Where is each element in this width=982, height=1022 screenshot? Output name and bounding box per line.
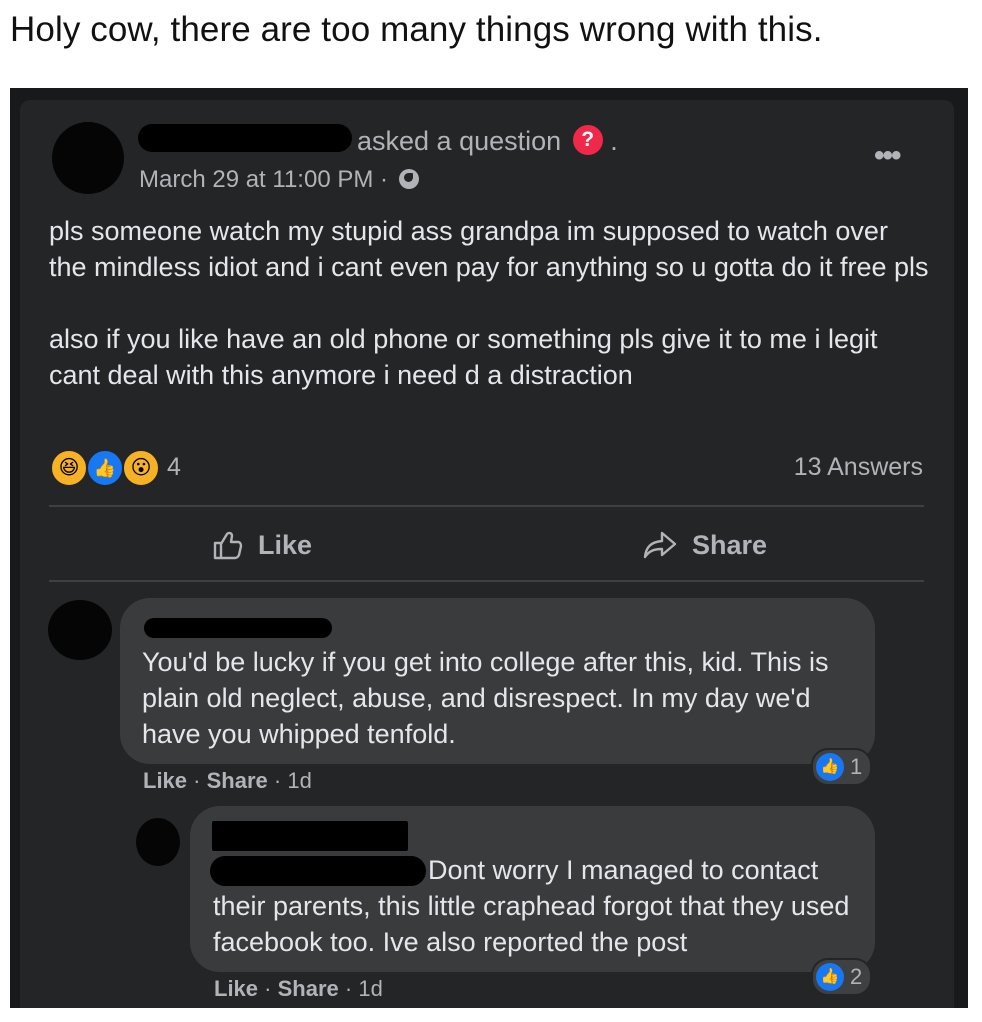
post-header-line: asked a question ? . bbox=[357, 124, 618, 158]
post-body: pls someone watch my stupid ass grandpa … bbox=[49, 213, 929, 393]
comment-age[interactable]: 1d bbox=[287, 768, 311, 793]
reply-age[interactable]: 1d bbox=[358, 976, 382, 1001]
like-button[interactable]: Like bbox=[212, 529, 312, 561]
comment-like-button[interactable]: Like bbox=[143, 768, 187, 793]
globe-icon bbox=[398, 168, 419, 189]
facebook-screenshot: asked a question ? . March 29 at 11:00 P… bbox=[10, 88, 968, 1008]
timestamp-text: March 29 at 11:00 PM · bbox=[139, 166, 388, 193]
reaction-count[interactable]: 4 bbox=[167, 453, 181, 482]
post-paragraph: also if you like have an old phone or so… bbox=[49, 324, 878, 390]
like-icon: 👍 bbox=[816, 753, 844, 781]
meme-caption: Holy cow, there are too many things wron… bbox=[10, 10, 823, 49]
like-label: Like bbox=[258, 529, 313, 560]
reply-like-count[interactable]: 👍 2 bbox=[811, 958, 873, 996]
reply-like-button[interactable]: Like bbox=[214, 976, 258, 1001]
like-count: 1 bbox=[850, 754, 863, 779]
question-icon: ? bbox=[572, 124, 603, 155]
answers-count[interactable]: 13 Answers bbox=[794, 453, 923, 482]
share-arrow-icon bbox=[643, 531, 677, 559]
reply-text: Dont worry I managed to contact their pa… bbox=[213, 855, 850, 957]
redacted-commenter-name bbox=[144, 618, 332, 638]
divider bbox=[49, 505, 924, 507]
like-count: 2 bbox=[850, 964, 863, 989]
comment-text: You'd be lucky if you get into college a… bbox=[142, 647, 829, 749]
header-trailing-dot: . bbox=[610, 126, 618, 156]
reply-share-button[interactable]: Share bbox=[278, 976, 339, 1001]
reply-avatar[interactable] bbox=[136, 818, 180, 866]
share-label: Share bbox=[692, 529, 768, 560]
asked-question-text: asked a question bbox=[357, 126, 562, 156]
redacted-reply-name bbox=[212, 821, 408, 851]
more-options-icon[interactable]: ••• bbox=[874, 141, 901, 171]
reply-actions: Like · Share · 1d bbox=[214, 976, 383, 1001]
comment-like-count[interactable]: 👍 1 bbox=[811, 748, 873, 786]
haha-icon: 😆 bbox=[50, 449, 88, 487]
like-icon: 👍 bbox=[816, 963, 844, 991]
post-paragraph: pls someone watch my stupid ass grandpa … bbox=[49, 216, 929, 282]
redacted-poster-name bbox=[138, 124, 352, 152]
commenter-avatar[interactable] bbox=[48, 600, 112, 660]
thumbs-up-icon bbox=[213, 531, 243, 560]
comment-share-button[interactable]: Share bbox=[207, 768, 268, 793]
comment-actions: Like · Share · 1d bbox=[143, 768, 312, 793]
poster-avatar[interactable] bbox=[52, 122, 124, 194]
share-button[interactable]: Share bbox=[642, 529, 767, 561]
divider bbox=[49, 580, 924, 582]
post-timestamp[interactable]: March 29 at 11:00 PM · bbox=[139, 166, 419, 194]
wow-icon: 😮 bbox=[122, 449, 160, 487]
like-icon: 👍 bbox=[86, 449, 124, 487]
